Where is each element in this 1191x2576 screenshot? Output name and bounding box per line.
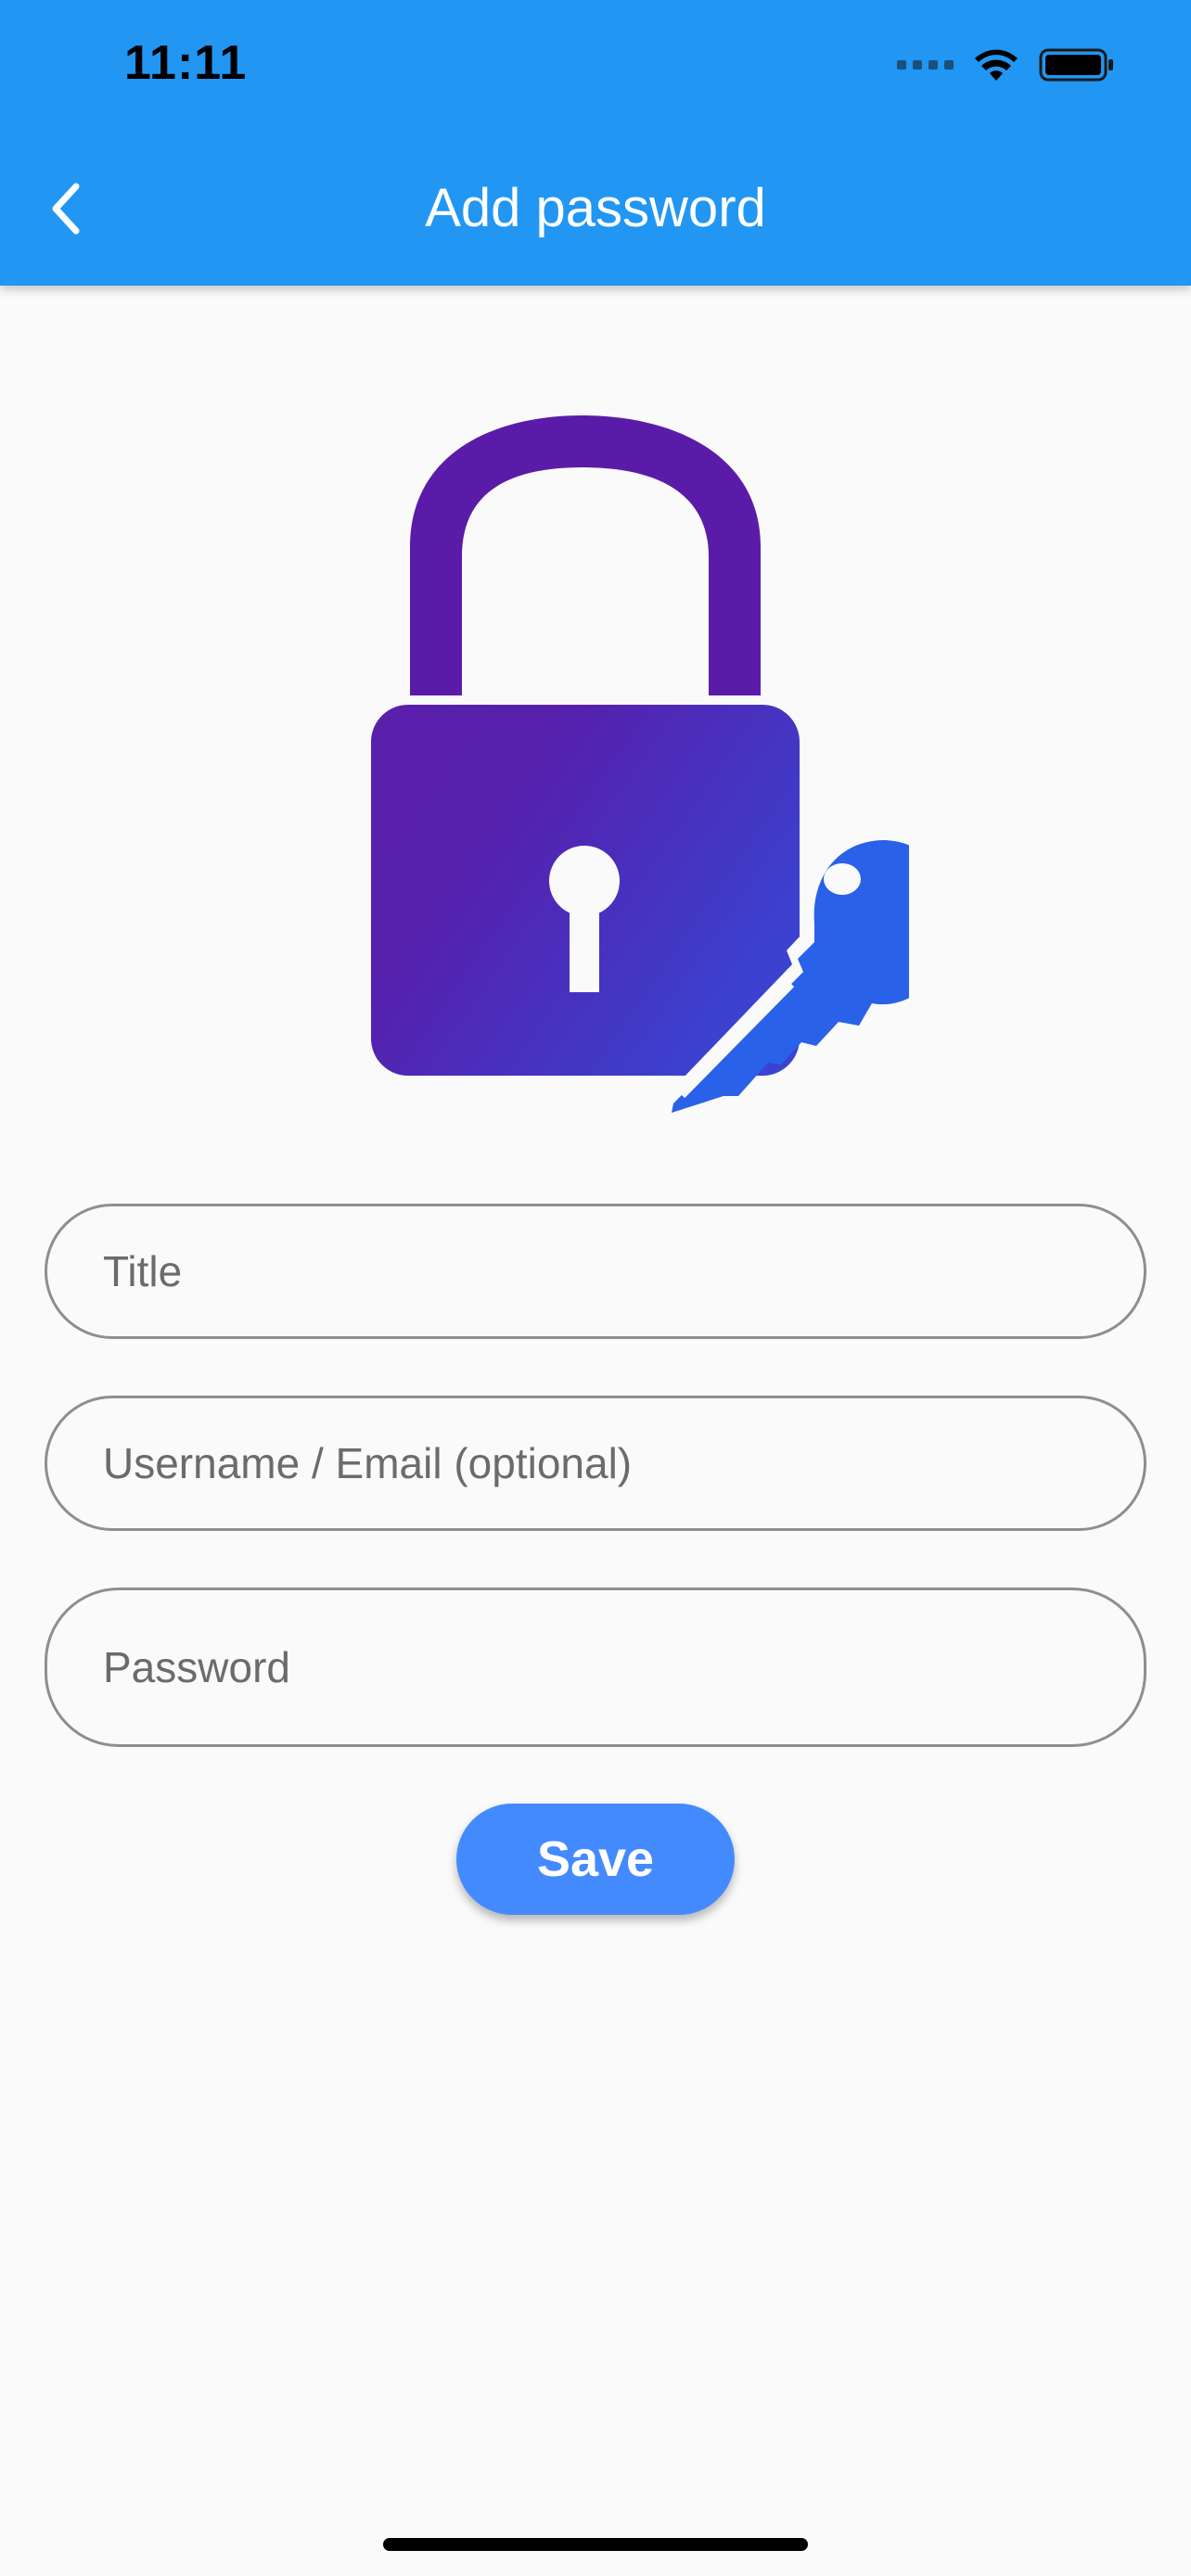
status-icons [897,46,1115,83]
username-field[interactable] [45,1396,1146,1531]
username-input[interactable] [103,1438,1144,1488]
home-indicator[interactable] [383,2538,808,2551]
wifi-icon [975,49,1018,81]
save-button[interactable]: Save [456,1804,735,1915]
title-field[interactable] [45,1204,1146,1339]
battery-icon [1039,48,1113,82]
status-time: 11:11 [124,36,248,90]
app-bar: 11:11 Add password [0,0,1191,286]
title-input[interactable] [103,1246,1144,1296]
padlock-key-icon [371,415,909,1113]
password-input[interactable] [103,1642,1144,1692]
page-title: Add password [425,178,766,238]
signal-icon [897,60,954,70]
password-field[interactable] [45,1588,1146,1747]
